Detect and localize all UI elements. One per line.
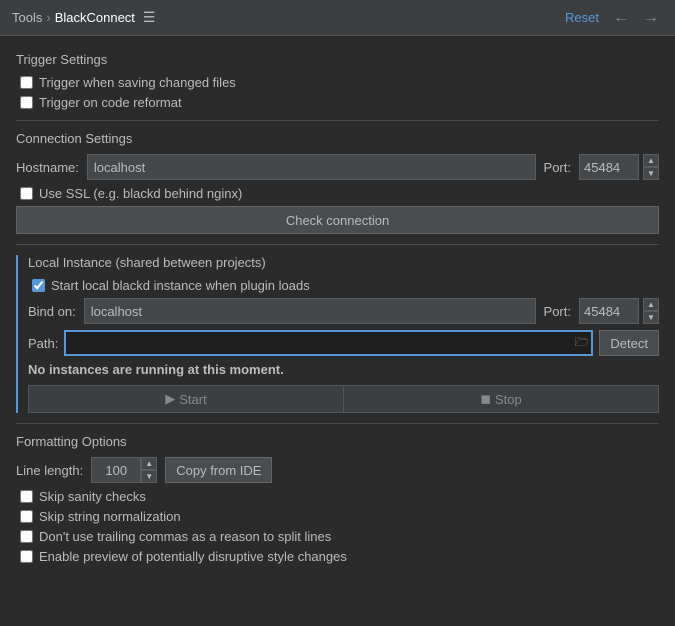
port-down-conn[interactable]: ▼ [643,167,659,180]
line-length-label: Line length: [16,463,83,478]
back-button[interactable]: ← [609,7,633,29]
ssl-checkbox[interactable] [20,187,33,200]
port-up-conn[interactable]: ▲ [643,154,659,167]
start-blackd-row: Start local blackd instance when plugin … [28,278,659,293]
skip-string-label[interactable]: Skip string normalization [39,509,181,524]
connection-settings-title: Connection Settings [16,131,659,146]
no-trailing-label[interactable]: Don't use trailing commas as a reason to… [39,529,331,544]
divider-3 [16,423,659,424]
port-arrows-conn: ▲ ▼ [643,154,659,180]
bind-label: Bind on: [28,304,76,319]
line-length-input[interactable] [91,457,141,483]
trigger-reformat-row: Trigger on code reformat [16,95,659,110]
trigger-reformat-checkbox[interactable] [20,96,33,109]
forward-button[interactable]: → [639,7,663,29]
copy-from-ide-button[interactable]: Copy from IDE [165,457,272,483]
header-actions: Reset ← → [561,7,663,29]
path-row: Path: 🗁 Detect [28,330,659,356]
line-length-up[interactable]: ▲ [141,457,157,470]
stop-icon: ◼ [480,391,491,407]
divider-2 [16,244,659,245]
line-length-down[interactable]: ▼ [141,470,157,483]
trigger-save-checkbox[interactable] [20,76,33,89]
hostname-label: Hostname: [16,160,79,175]
folder-icon-btn[interactable]: 🗁 [573,331,592,356]
trigger-save-label[interactable]: Trigger when saving changed files [39,75,236,90]
local-instance-section: Local Instance (shared between projects)… [16,255,659,413]
blackconnect-breadcrumb: BlackConnect [55,10,135,25]
trigger-reformat-label[interactable]: Trigger on code reformat [39,95,182,110]
port-spinner-wrapper-local: ▲ ▼ [579,298,659,324]
bind-input[interactable] [84,298,536,324]
path-input[interactable] [64,330,593,356]
start-label: Start [179,392,206,407]
breadcrumb: Tools › BlackConnect ☰ [12,7,159,28]
start-icon: ▶ [165,391,175,407]
stop-button[interactable]: ◼ Stop [343,385,659,413]
bind-row: Bind on: Port: ▲ ▼ [28,298,659,324]
enable-preview-label[interactable]: Enable preview of potentially disruptive… [39,549,347,564]
path-input-wrapper: 🗁 [64,330,593,356]
settings-icon-btn[interactable]: ☰ [139,7,160,28]
check-connection-button[interactable]: Check connection [16,206,659,234]
trigger-settings-section: Trigger Settings Trigger when saving cha… [16,52,659,110]
divider-1 [16,120,659,121]
trigger-settings-title: Trigger Settings [16,52,659,67]
start-blackd-label[interactable]: Start local blackd instance when plugin … [51,278,310,293]
skip-string-checkbox[interactable] [20,510,33,523]
port-arrows-local: ▲ ▼ [643,298,659,324]
enable-preview-row: Enable preview of potentially disruptive… [16,549,659,564]
formatting-options-title: Formatting Options [16,434,659,449]
line-length-row: Line length: ▲ ▼ Copy from IDE [16,457,659,483]
enable-preview-checkbox[interactable] [20,550,33,563]
detect-button[interactable]: Detect [599,330,659,356]
folder-icon: 🗁 [575,335,590,349]
start-button[interactable]: ▶ Start [28,385,343,413]
line-length-spinner-wrapper: ▲ ▼ [91,457,157,483]
connection-settings-section: Connection Settings Hostname: Port: ▲ ▼ … [16,131,659,234]
no-trailing-checkbox[interactable] [20,530,33,543]
formatting-options-section: Formatting Options Line length: ▲ ▼ Copy… [16,434,659,564]
skip-sanity-label[interactable]: Skip sanity checks [39,489,146,504]
port-spinner-wrapper-conn: ▲ ▼ [579,154,659,180]
start-blackd-checkbox[interactable] [32,279,45,292]
port-up-local[interactable]: ▲ [643,298,659,311]
reset-button[interactable]: Reset [561,8,603,27]
skip-sanity-row: Skip sanity checks [16,489,659,504]
breadcrumb-separator: › [46,10,50,25]
trigger-save-row: Trigger when saving changed files [16,75,659,90]
skip-string-row: Skip string normalization [16,509,659,524]
local-instance-title: Local Instance (shared between projects) [28,255,659,270]
ssl-row: Use SSL (e.g. blackd behind nginx) [16,186,659,201]
port-label-local: Port: [544,304,571,319]
start-stop-row: ▶ Start ◼ Stop [28,385,659,413]
skip-sanity-checkbox[interactable] [20,490,33,503]
port-input-conn[interactable] [579,154,639,180]
settings-icon: ☰ [143,9,156,26]
path-label: Path: [28,336,58,351]
line-length-arrows: ▲ ▼ [141,457,157,483]
hostname-row: Hostname: Port: ▲ ▼ [16,154,659,180]
port-input-local[interactable] [579,298,639,324]
hostname-input[interactable] [87,154,536,180]
port-down-local[interactable]: ▼ [643,311,659,324]
header: Tools › BlackConnect ☰ Reset ← → [0,0,675,36]
port-label-conn: Port: [544,160,571,175]
no-instances-text: No instances are running at this moment. [28,362,659,377]
ssl-label[interactable]: Use SSL (e.g. blackd behind nginx) [39,186,242,201]
tools-breadcrumb: Tools [12,10,42,25]
stop-label: Stop [495,392,522,407]
content-area: Trigger Settings Trigger when saving cha… [0,36,675,581]
no-trailing-row: Don't use trailing commas as a reason to… [16,529,659,544]
